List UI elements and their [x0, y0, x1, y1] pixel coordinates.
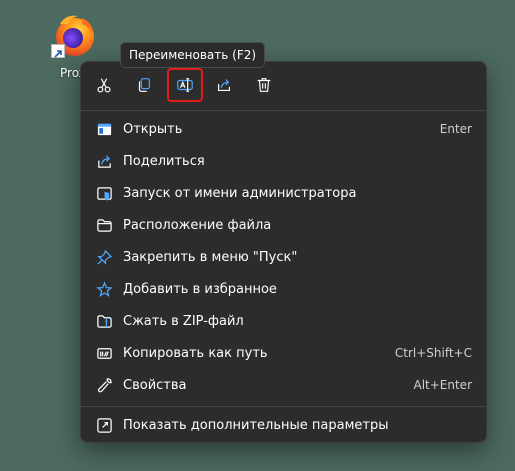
folder-icon: [95, 216, 113, 234]
menu-item-label: Показать дополнительные параметры: [123, 417, 389, 433]
context-toolbar: [81, 62, 486, 110]
menu-item-share[interactable]: Поделиться: [87, 146, 480, 176]
menu-item-shortcut: Alt+Enter: [413, 378, 472, 392]
share-icon: [218, 79, 230, 91]
menu-divider: [81, 406, 486, 407]
star-icon: [95, 280, 113, 298]
trash-icon: [257, 78, 271, 92]
rename-tooltip: Переименовать (F2): [120, 42, 266, 68]
pin-icon: [95, 248, 113, 266]
menu-item-label: Закрепить в меню "Пуск": [123, 249, 298, 265]
menu-item-more-options[interactable]: Показать дополнительные параметры: [87, 410, 480, 440]
menu-item-file-location[interactable]: Расположение файла: [87, 210, 480, 240]
copy-icon: [138, 78, 150, 92]
rename-icon: [177, 78, 193, 92]
toolbar-divider: [81, 110, 486, 111]
menu-item-label: Свойства: [123, 377, 187, 393]
share-button[interactable]: [209, 70, 239, 100]
delete-button[interactable]: [249, 70, 279, 100]
menu-item-shortcut: Enter: [439, 122, 472, 136]
menu-item-label: Расположение файла: [123, 217, 272, 233]
shield-icon: [95, 184, 113, 202]
menu-item-label: Добавить в избранное: [123, 281, 277, 297]
menu-item-properties[interactable]: Свойства Alt+Enter: [87, 370, 480, 400]
menu-item-label: Запуск от имени администратора: [123, 185, 357, 201]
cut-button[interactable]: [89, 70, 119, 100]
more-options-icon: [95, 416, 113, 434]
copy-button[interactable]: [129, 70, 159, 100]
menu-item-compress-zip[interactable]: Сжать в ZIP-файл: [87, 306, 480, 336]
menu-item-copy-path[interactable]: Копировать как путь Ctrl+Shift+C: [87, 338, 480, 368]
menu-item-label: Сжать в ZIP-файл: [123, 313, 244, 329]
menu-item-label: Открыть: [123, 121, 183, 137]
open-window-icon: [95, 120, 113, 138]
menu-item-open[interactable]: Открыть Enter: [87, 114, 480, 144]
scissors-icon: [97, 78, 111, 93]
rename-button[interactable]: [167, 68, 203, 102]
zip-folder-icon: [95, 312, 113, 330]
wrench-icon: [95, 376, 113, 394]
menu-item-add-favorites[interactable]: Добавить в избранное: [87, 274, 480, 304]
copy-path-icon: [95, 344, 113, 362]
menu-item-label: Поделиться: [123, 153, 205, 169]
share-icon: [95, 152, 113, 170]
context-menu: Открыть Enter Поделиться Запуск от имени…: [80, 61, 487, 443]
menu-item-shortcut: Ctrl+Shift+C: [394, 346, 472, 360]
menu-item-label: Копировать как путь: [123, 345, 268, 361]
menu-item-run-as-admin[interactable]: Запуск от имени администратора: [87, 178, 480, 208]
shortcut-arrow-icon: [51, 44, 65, 58]
menu-item-pin-start[interactable]: Закрепить в меню "Пуск": [87, 242, 480, 272]
